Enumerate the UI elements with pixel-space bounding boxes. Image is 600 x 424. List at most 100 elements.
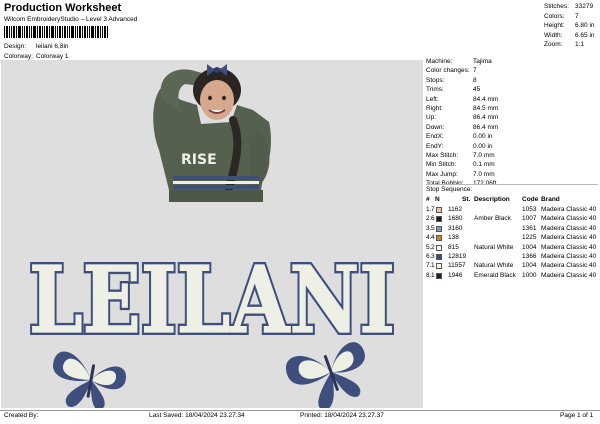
thread-color-swatch [436,244,442,251]
min-stitch-value: 0.1 mm [473,161,495,169]
needle-number: 2 [431,243,435,251]
needle-number: 1 [431,271,435,279]
width-label: Width: [544,31,563,39]
trims-value: 45 [473,86,481,94]
thread-code: 1000 [522,271,537,279]
thread-color-swatch [436,225,442,232]
stitches-value: 33279 [575,3,594,10]
left-label: Left: [426,95,439,103]
colors-label: Colors: [544,12,565,20]
needle-number: 3 [431,253,435,260]
thread-code: 1053 [522,206,537,213]
col-description: Description [474,196,510,203]
stop-sequence-title: Stop Sequence: [426,186,473,193]
word-inner-outline: LEILANI [29,246,395,354]
thread-description: Emerald Black [474,271,516,279]
max-stitch-label: Max Stitch: [426,152,459,159]
thread-code: 1366 [522,253,537,260]
thread-brand: Madeira Classic 40 [541,271,597,279]
girl-figure: RISE [153,64,271,202]
needle-number: 6 [431,215,435,223]
col-code: Code [522,196,539,203]
sequence-row[interactable]: 3. 5 3160 1361 Madeira Classic 40 [426,225,600,234]
endx-value: 0.00 in [473,133,493,141]
stops-label: Stops: [426,76,445,84]
footer: Created By: Last Saved: 18/04/2024 23.27… [4,412,596,422]
color-changes-label: Color changes: [426,67,470,75]
printed-date: Printed: 18/04/2024 23.27.37 [300,412,384,419]
col-n: N [435,196,440,203]
endy-value: 0.00 in [473,142,493,150]
thread-code: 1225 [522,234,537,242]
max-jump-value: 7.0 mm [473,170,495,178]
needle-number: 5 [431,224,435,232]
stitch-count: 1680 [448,215,463,223]
butterfly-left [52,351,127,408]
thread-description: Amber Black [474,215,511,223]
sequence-row[interactable]: 8. 1 1946 Emerald Black 1000 Madeira Classic … [426,272,600,281]
sequence-row[interactable]: 5. 2 815 Natural White 1004 Madeira Classic 4… [426,244,600,253]
thread-color-swatch [436,216,442,223]
right-label: Right: [426,105,443,112]
software-subtitle: Wilcom EmbroideryStudio – Level 3 Advanc… [4,16,138,23]
sequence-row[interactable]: 2. 6 1680 Amber Black 1007 Madeira Classic 40 [426,215,600,224]
thread-brand: Madeira Classic 40 [541,224,597,232]
stitch-count: 12819 [448,253,467,260]
sequence-row[interactable]: 4. 4 138 1225 Madeira Classic 40 [426,234,600,243]
color-changes-value: 7 [473,67,477,75]
thread-color-swatch [436,207,442,213]
stops-value: 8 [473,76,477,84]
worksheet-title: Production Worksheet [4,2,122,14]
stitch-count: 138 [448,234,459,242]
thread-code: 1007 [522,215,537,223]
zoom-label: Zoom: [544,41,563,49]
thread-color-swatch [436,263,442,270]
stitches-label: Stitches: [544,3,569,10]
sequence-row[interactable]: 6. 3 12819 1366 Madeira Classic 40 [426,253,600,262]
width-value: 6.65 in [575,31,595,39]
thread-brand: Madeira Classic 40 [541,253,597,260]
thread-color-swatch [436,272,442,279]
machine-label: Machine: [426,58,453,65]
page-number: Page 1 of 1 [560,412,594,419]
thread-brand: Madeira Classic 40 [541,206,597,213]
sequence-row[interactable]: 7. 1 11557 Natural White 1004 Madeira Classic… [426,262,600,271]
min-stitch-label: Min Stitch: [426,161,457,169]
down-value: 86.4 mm [473,123,499,131]
height-value: 6.80 in [575,22,595,30]
thread-code: 1004 [522,243,537,251]
thread-description: Natural White [474,262,514,270]
embroidery-artwork: RISE LEILANI LEILANI [26,64,398,408]
needle-number: 1 [431,262,435,270]
trims-label: Trims: [426,86,444,94]
max-stitch-value: 7.0 mm [473,152,495,159]
needle-number: 4 [431,234,435,242]
thread-code: 1004 [522,262,537,270]
footer-divider [0,410,600,411]
design-name: leilani 6,8in [36,43,69,50]
endx-label: EndX: [426,133,444,141]
stitch-count: 1162 [448,206,462,213]
machine-value: Tajima [473,58,492,65]
thread-color-swatch [436,254,442,260]
max-jump-label: Max Jump: [426,170,458,178]
design-preview[interactable]: RISE LEILANI LEILANI [1,60,423,408]
col-brand: Brand [541,196,560,203]
zoom-value: 1:1 [575,41,585,49]
thread-color-swatch [436,235,442,242]
sequence-table-header: # N St. Description Code Brand [426,196,598,205]
barcode [4,26,108,38]
design-stats: Stitches: 33279 Colors: 7 Height: 6.80 in W… [544,2,595,50]
stitch-count: 815 [448,243,459,251]
col-stitches: St. [462,196,471,203]
thread-description: Natural White [474,243,514,251]
endy-label: EndY: [426,142,444,150]
col-num: # [426,196,430,203]
thread-brand: Madeira Classic 40 [541,234,597,242]
created-by: Created By: [4,412,39,419]
down-label: Down: [426,123,445,131]
shirt-text: RISE [181,152,217,168]
left-value: 84.4 mm [473,95,499,103]
sequence-row[interactable]: 1. 7 1162 1053 Madeira Classic 40 [426,206,600,215]
colorway-name: Colorway 1 [36,53,69,60]
